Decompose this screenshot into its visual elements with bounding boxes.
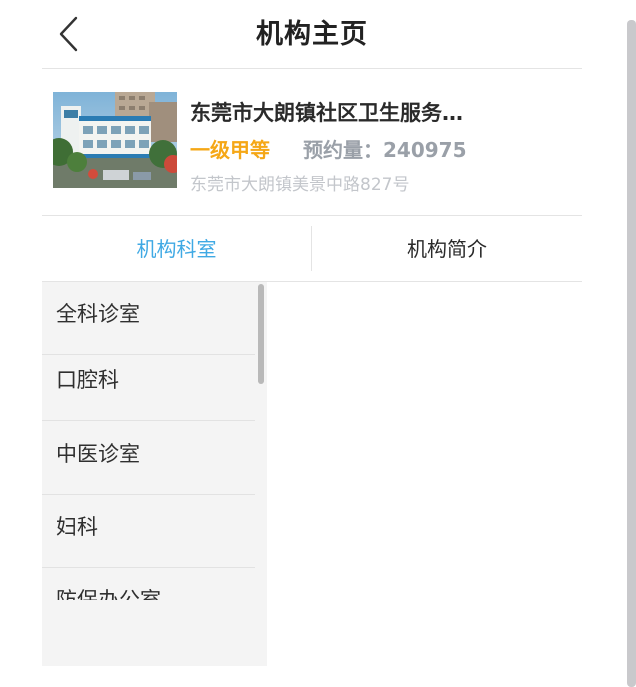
tab-departments[interactable]: 机构科室 <box>42 216 311 281</box>
org-name: 东莞市大朗镇社区卫生服务… <box>190 101 463 125</box>
back-button[interactable] <box>54 16 86 52</box>
department-list-scrollbar[interactable] <box>258 284 264 384</box>
department-item-general[interactable]: 全科诊室 <box>42 282 255 355</box>
page-scrollbar[interactable] <box>627 20 636 687</box>
department-item-tcm[interactable]: 中医诊室 <box>42 422 255 495</box>
appointment-count: 预约量：240975 <box>303 138 467 162</box>
org-address: 东莞市大朗镇美景中路827号 <box>190 175 410 195</box>
tab-bar: 机构科室 机构简介 <box>42 216 582 282</box>
department-list[interactable]: 全科诊室 口腔科 中医诊室 妇科 防保办公室 <box>42 282 267 666</box>
list-fade <box>42 600 267 666</box>
department-item-dental[interactable]: 口腔科 <box>42 348 255 421</box>
org-photo <box>53 92 177 188</box>
header: 机构主页 <box>42 0 582 69</box>
org-level-badge: 一级甲等 <box>190 138 270 162</box>
org-info-card: 东莞市大朗镇社区卫生服务… 一级甲等 预约量：240975 东莞市大朗镇美景中路… <box>42 69 582 216</box>
page-title: 机构主页 <box>256 19 368 50</box>
department-item-gynecology[interactable]: 妇科 <box>42 495 255 568</box>
tab-introduction[interactable]: 机构简介 <box>312 216 582 281</box>
chevron-left-icon <box>59 16 78 52</box>
